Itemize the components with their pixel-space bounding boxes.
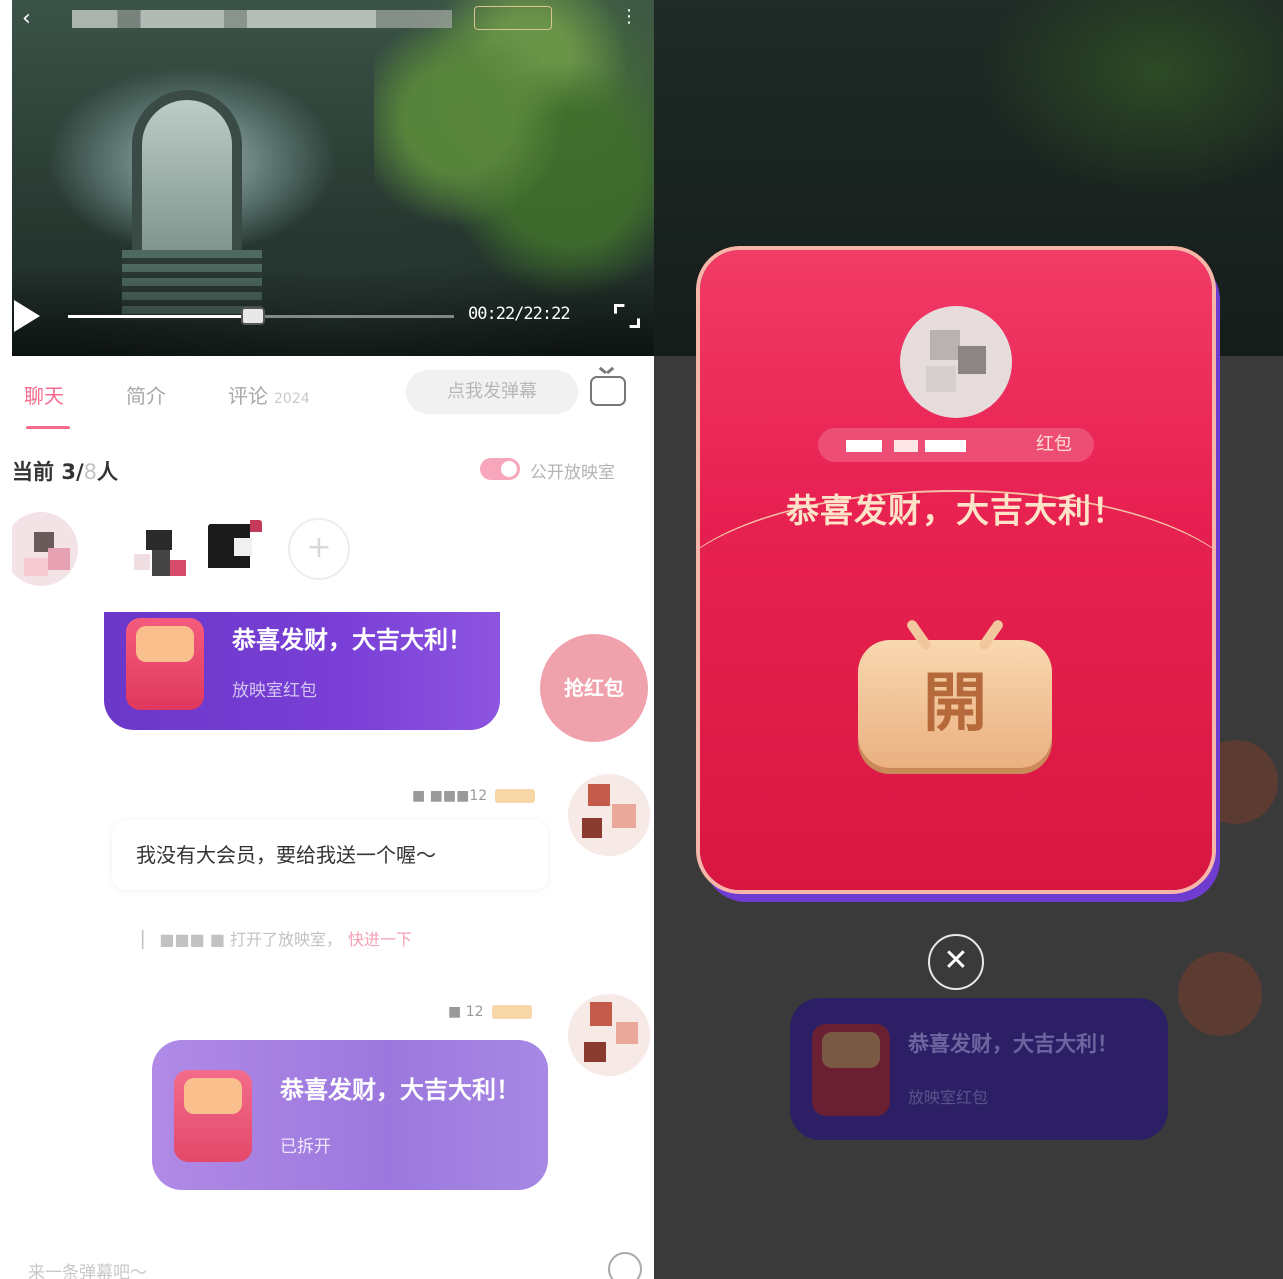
vip-tag [474, 6, 552, 30]
envelope-greeting: 恭喜发财，大吉大利！ [786, 491, 1126, 530]
video-title-blurred [72, 10, 452, 28]
emoji-icon[interactable] [608, 1252, 642, 1279]
member-list: + [12, 508, 654, 598]
redpacket-title: 恭喜发财，大吉大利！ [280, 1076, 520, 1104]
avatar[interactable] [568, 774, 650, 856]
room-count-current: 3 [61, 460, 76, 484]
sender-name: 红包 [818, 428, 1094, 462]
system-notice-text: 打开了放映室， [230, 930, 343, 949]
dimmed-redpacket-card: 恭喜发财，大吉大利！ 放映室红包 [790, 998, 1168, 1140]
redpacket-title: 恭喜发财，大吉大利！ [908, 1032, 1118, 1056]
chat-area: 恭喜发财，大吉大利！ 放映室红包 抢红包 ■ ■■■12 我没有大会员，要给我送… [12, 598, 654, 1238]
redpacket-subtitle: 放映室红包 [232, 681, 317, 701]
grab-redpacket-button[interactable]: 抢红包 [540, 634, 648, 742]
danmaku-input[interactable]: 点我发弹幕 [406, 370, 578, 414]
room-info: 当前 3/8人 公开放映室 [12, 448, 654, 488]
video-top-bar: ‹ ⋮ [12, 6, 654, 34]
tab-comments-label: 评论 [228, 384, 268, 408]
redpacket-icon [812, 1024, 890, 1116]
play-icon[interactable] [14, 300, 40, 332]
room-count-sep: / [75, 460, 84, 484]
progress-bar[interactable] [68, 307, 454, 325]
video-frame-arch [132, 90, 242, 270]
tab-chat[interactable]: 聊天 [24, 380, 64, 409]
playback-time: 00:22/22:22 [468, 304, 571, 324]
room-count-suffix: 人 [96, 460, 118, 484]
back-icon[interactable]: ‹ [22, 6, 31, 31]
video-player[interactable]: ‹ ⋮ 00:22/22:22 [12, 0, 654, 356]
open-button-label: 開 [923, 666, 987, 741]
open-redpacket-button[interactable]: 開 [858, 618, 1052, 768]
tab-comments-count: 2024 [274, 391, 310, 407]
room-count-max: 8 [83, 460, 97, 484]
room-count-prefix: 当前 [12, 460, 54, 484]
progress-fill [68, 315, 254, 318]
chat-message: 我没有大会员，要给我送一个喔～ [112, 820, 548, 890]
video-controls: 00:22/22:22 [12, 296, 654, 336]
message-meta-level: 12 [469, 788, 488, 804]
redpacket-icon [126, 618, 204, 710]
tab-comments[interactable]: 评论 2024 [228, 380, 310, 409]
redpacket-title: 恭喜发财，大吉大利！ [232, 626, 472, 654]
system-notice-link[interactable]: 快进一下 [348, 930, 412, 949]
sender-suffix: 红包 [1036, 434, 1072, 455]
chat-input[interactable]: 来一条弹幕吧～ [28, 1258, 147, 1279]
redpacket-icon [174, 1070, 252, 1162]
avatar[interactable] [200, 512, 274, 586]
redpacket-subtitle: 放映室红包 [908, 1088, 989, 1107]
system-notice: ▏ ■■■ ■ 打开了放映室， 快进一下 [142, 930, 413, 949]
avatar[interactable] [12, 512, 78, 586]
tab-intro[interactable]: 简介 [126, 380, 166, 409]
vip-badge [495, 789, 536, 803]
right-screen: 恭喜发财，大吉大利！ 放映室红包 红包 恭喜发财，大吉大利！ 開 ✕ [654, 0, 1283, 1279]
avatar[interactable] [568, 994, 650, 1076]
tv-icon[interactable] [590, 376, 626, 406]
message-meta: ■ 12 [448, 1004, 532, 1020]
tab-bar: 聊天 简介 评论 2024 点我发弹幕 [12, 356, 654, 432]
redpacket-status: 已拆开 [280, 1137, 331, 1157]
progress-thumb[interactable] [241, 307, 266, 325]
chat-input-bar: 来一条弹幕吧～ [12, 1244, 654, 1279]
close-icon[interactable]: ✕ [928, 934, 984, 990]
message-meta-level: 12 [465, 1004, 484, 1020]
room-member-count: 当前 3/8人 [12, 456, 118, 486]
add-member-button[interactable]: + [288, 518, 350, 580]
public-room-toggle[interactable] [480, 458, 520, 480]
sender-avatar [900, 306, 1012, 418]
tab-active-underline [26, 426, 70, 429]
vip-badge [491, 1005, 532, 1019]
redpacket-card[interactable]: 恭喜发财，大吉大利！ 放映室红包 [104, 612, 500, 730]
avatar [1178, 952, 1262, 1036]
more-icon[interactable]: ⋮ [620, 6, 638, 27]
video-frame-foliage [374, 0, 654, 300]
fullscreen-icon[interactable] [614, 304, 640, 328]
avatar[interactable] [124, 512, 198, 586]
redpacket-envelope: 红包 恭喜发财，大吉大利！ 開 [700, 250, 1212, 890]
public-room-label: 公开放映室 [530, 463, 615, 483]
redpacket-card-opened[interactable]: 恭喜发财，大吉大利！ 已拆开 [152, 1040, 548, 1190]
left-screen: ‹ ⋮ 00:22/22:22 聊天 简介 评论 2024 点我发弹幕 当前 3/… [12, 0, 654, 1279]
message-meta: ■ ■■■12 [412, 788, 536, 804]
